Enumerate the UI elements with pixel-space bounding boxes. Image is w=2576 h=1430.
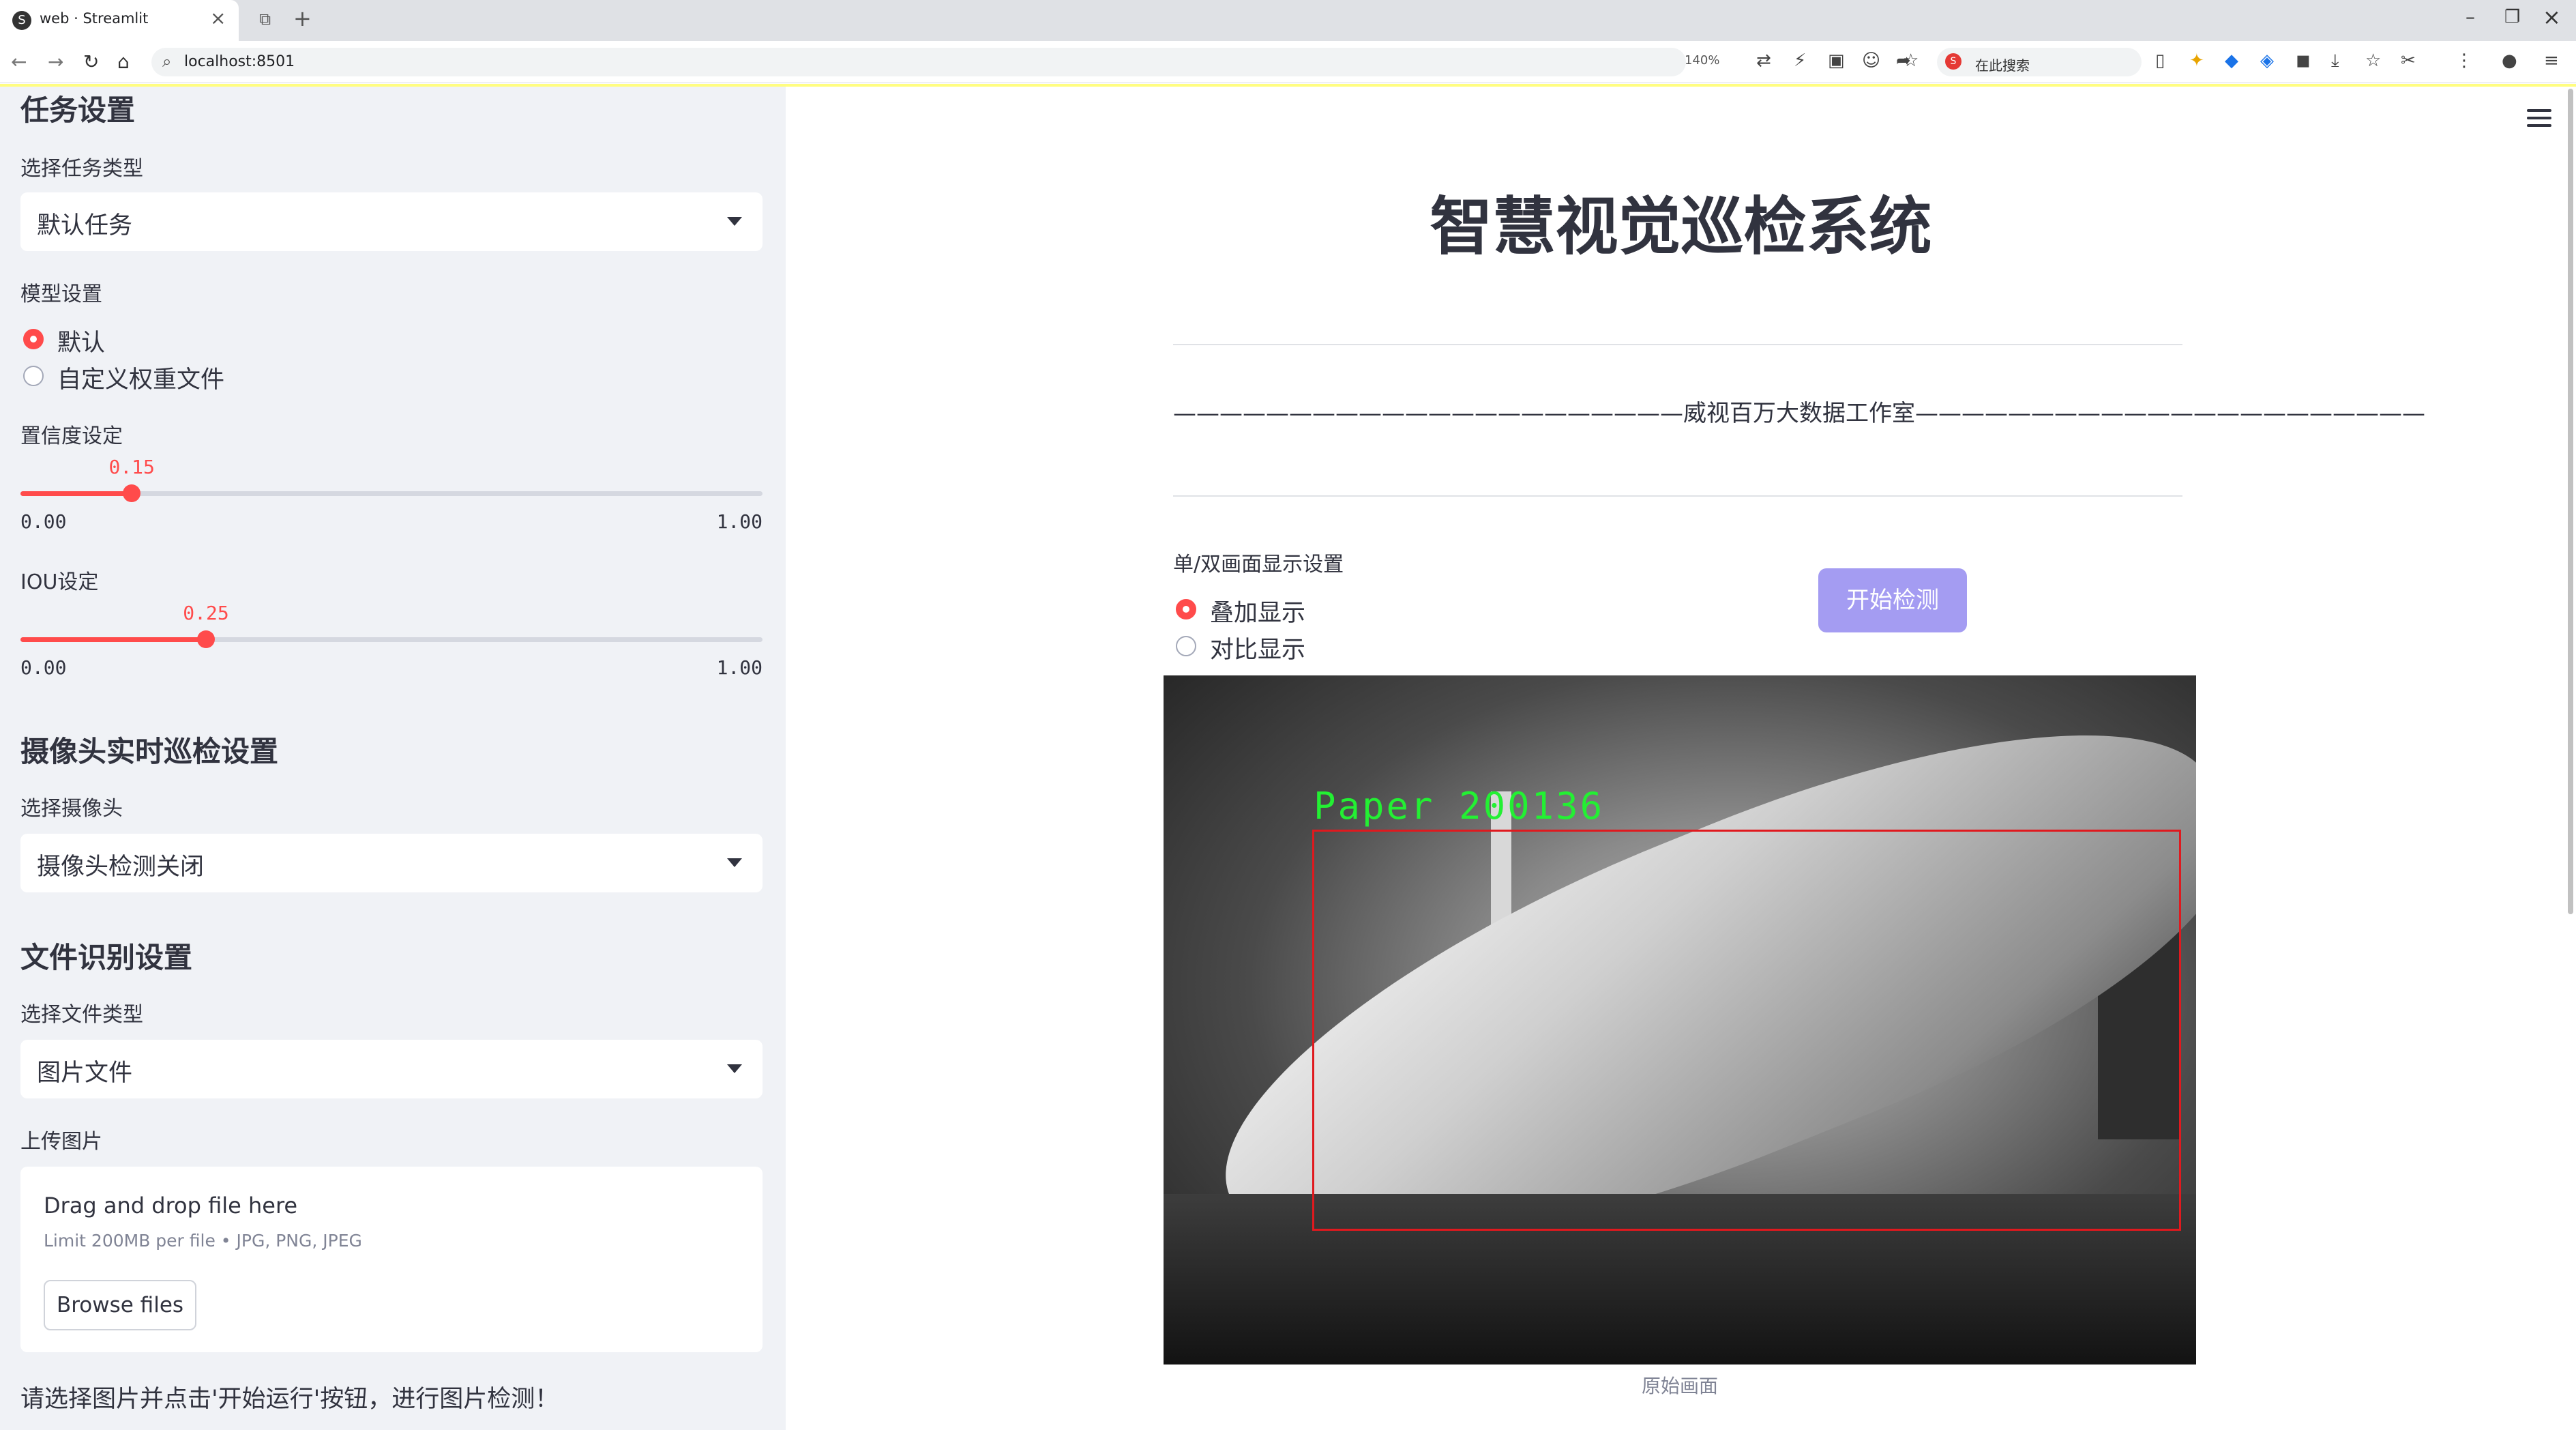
detection-label: Paper 200136 [1314,785,1605,828]
sidebar-icon[interactable]: ▯ [2155,50,2165,71]
model-option-custom: 自定义权重文件 [57,366,225,394]
slider-max: 1.00 [716,510,763,533]
radio-unselected-icon[interactable] [23,366,44,386]
upload-hint: 请选择图片并点击'开始运行'按钮，进行图片检测！ [20,1386,559,1413]
profile-avatar-icon[interactable]: ● [2502,50,2517,71]
radio-selected-icon[interactable] [1176,599,1196,619]
window-minimize-icon[interactable]: – [2466,5,2475,28]
upload-drag-text: Drag and drop file here [44,1193,298,1219]
display-option-compare: 对比显示 [1210,637,1306,664]
search-placeholder: 在此搜索 [1975,57,2030,74]
favorite-star-icon[interactable]: ☆ [1903,50,1919,71]
task-type-select[interactable]: 默认任务 [20,192,763,251]
translate-icon[interactable]: ⇄ [1756,50,1771,71]
iou-slider[interactable]: 0.25 0.00 1.00 [20,602,763,684]
zoom-indicator[interactable]: 140% [1685,53,1719,68]
extension-blue-icon[interactable]: ◆ [2225,50,2238,71]
start-detection-button[interactable]: 开始检测 [1818,568,1967,632]
upload-limit-text: Limit 200MB per file • JPG, PNG, JPEG [44,1231,362,1251]
window-close-icon[interactable]: × [2543,4,2561,30]
browser-menu-icon[interactable]: ≡ [2544,50,2559,71]
browser-toolbar: ← → ↻ ⌂ ⌕ localhost:8501 140% ⇄ ⚡ ▣ ☺ ➦ … [0,41,2576,83]
window-restore-icon[interactable]: ❐ [2504,7,2520,27]
chevron-down-icon [727,217,742,226]
slider-current-value: 0.15 [108,456,155,478]
site-info-icon[interactable]: ⌕ [162,52,171,71]
ai-assistant-icon[interactable]: ✦ [2189,50,2204,71]
reload-icon[interactable]: ↻ [83,50,99,73]
detection-bounding-box [1312,830,2181,1231]
streamlit-favicon-icon: S [12,11,31,30]
chevron-down-icon [727,1064,742,1073]
forward-icon[interactable]: → [48,50,63,73]
divider [1173,495,2182,497]
extension-icon[interactable]: ☺ [1862,50,1880,71]
tab-groups-icon[interactable]: ⧉ [259,10,271,29]
tab-close-icon[interactable]: × [210,7,226,29]
file-uploader-dropzone[interactable]: Drag and drop file here Limit 200MB per … [20,1167,763,1352]
camera-settings-heading: 摄像头实时巡检设置 [20,735,279,768]
radio-selected-icon[interactable] [23,329,44,349]
cut-tool-icon[interactable]: ✂ [2401,50,2416,71]
extension-dark-icon[interactable]: ◼ [2296,50,2311,71]
model-settings-label: 模型设置 [20,282,102,306]
iou-label: IOU设定 [20,570,99,594]
file-settings-heading: 文件识别设置 [20,941,193,974]
slider-current-value: 0.25 [183,602,229,624]
detection-image: Paper 200136 [1164,675,2196,1365]
radio-unselected-icon[interactable] [1176,636,1196,656]
upload-label: 上传图片 [20,1130,102,1154]
search-engine-icon: S [1945,53,1961,70]
divider [1173,344,2182,345]
slider-thumb[interactable] [197,630,215,648]
more-menu-icon[interactable]: ⋮ [2455,50,2473,71]
display-mode-label: 单/双画面显示设置 [1173,553,1344,577]
slider-max: 1.00 [716,656,763,679]
tab-title: web · Streamlit [40,10,149,27]
browser-tab-strip: S web · Streamlit × ⧉ + – ❐ × [0,0,2576,41]
confidence-label: 置信度设定 [20,424,123,448]
task-type-label: 选择任务类型 [20,157,143,181]
new-tab-icon[interactable]: + [293,5,312,31]
address-bar[interactable]: ⌕ localhost:8501 [151,48,1686,76]
camera-value: 摄像头检测关闭 [37,853,205,881]
chevron-down-icon [727,858,742,867]
page-title: 智慧视觉巡检系统 [1430,190,1932,263]
slider-fill [20,637,206,642]
slider-thumb[interactable] [123,484,141,502]
file-type-select[interactable]: 图片文件 [20,1040,763,1098]
screenshot-icon[interactable]: ▣ [1828,50,1845,71]
browser-tab-active[interactable]: S web · Streamlit × [0,0,239,41]
back-icon[interactable]: ← [11,50,27,73]
camera-label: 选择摄像头 [20,797,123,821]
download-icon[interactable]: ⤓ [2331,50,2339,72]
browse-files-button[interactable]: Browse files [44,1280,196,1330]
lightning-icon[interactable]: ⚡ [1794,50,1806,71]
file-type-value: 图片文件 [37,1060,133,1087]
slider-min: 0.00 [20,656,67,679]
extension-translate-icon[interactable]: ◈ [2260,50,2274,71]
address-url: localhost:8501 [184,53,295,70]
confidence-slider[interactable]: 0.15 0.00 1.00 [20,456,763,538]
image-caption: 原始画面 [1641,1375,1718,1397]
slider-min: 0.00 [20,510,67,533]
home-icon[interactable]: ⌂ [117,50,130,73]
bookmark-star-icon[interactable]: ☆ [2365,50,2381,71]
camera-select[interactable]: 摄像头检测关闭 [20,834,763,892]
file-type-label: 选择文件类型 [20,1003,143,1027]
page-subtitle: ——————————————————————威视百万大数据工作室————————… [1173,400,2425,427]
app-menu-icon[interactable] [2527,109,2551,132]
browser-search-box[interactable]: S 在此搜索 [1937,48,2142,76]
task-type-value: 默认任务 [37,212,133,239]
task-settings-heading: 任务设置 [20,93,136,127]
slider-fill [20,491,132,496]
model-option-default: 默认 [57,330,106,357]
display-option-overlay: 叠加显示 [1210,600,1306,627]
